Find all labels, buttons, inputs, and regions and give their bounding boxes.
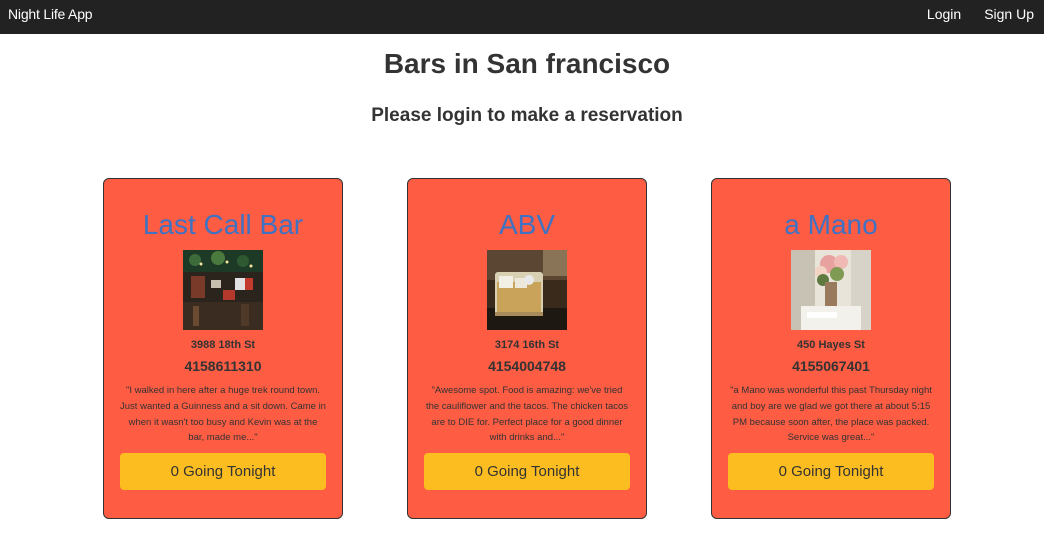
bar-photo: [183, 250, 263, 330]
bar-card: a Mano 450 Hayes St 4155067401 "a Mano w…: [711, 178, 951, 519]
going-tonight-button[interactable]: 0 Going Tonight: [424, 453, 630, 490]
bar-phone: 4154004748: [488, 358, 566, 374]
signup-link[interactable]: Sign Up: [984, 6, 1034, 22]
top-navbar: Night Life App Login Sign Up: [0, 0, 1044, 34]
bar-photo: [791, 250, 871, 330]
bar-name-link[interactable]: ABV: [408, 209, 646, 241]
nav-links: Login Sign Up: [927, 6, 1034, 22]
app-brand[interactable]: Night Life App: [8, 6, 93, 22]
bar-phone: 4155067401: [792, 358, 870, 374]
going-tonight-button[interactable]: 0 Going Tonight: [120, 453, 326, 490]
bar-review: "Awesome spot. Food is amazing: we've tr…: [425, 385, 629, 444]
bar-address: 3174 16th St: [494, 339, 560, 351]
going-tonight-button[interactable]: 0 Going Tonight: [728, 453, 934, 490]
page-title: Bars in San francisco: [383, 48, 671, 79]
bar-photo: [487, 250, 567, 330]
bar-review: "I walked in here after a huge trek roun…: [120, 385, 326, 444]
bar-phone: 4158611310: [184, 358, 262, 374]
bar-card: Last Call Bar 3988 18th St 4158611310 "I…: [103, 178, 343, 519]
bar-name-link[interactable]: a Mano: [712, 209, 950, 241]
bar-address: 450 Hayes St: [797, 339, 865, 351]
login-prompt: Please login to make a reservation: [371, 105, 683, 126]
bar-address: 3988 18th St: [190, 339, 256, 351]
bar-review: "a Mano was wonderful this past Thursday…: [730, 385, 932, 444]
bar-card: ABV 3174 16th St 4154004748 "Awesome spo…: [407, 178, 647, 519]
bar-name-link[interactable]: Last Call Bar: [104, 209, 342, 241]
login-link[interactable]: Login: [927, 6, 961, 22]
